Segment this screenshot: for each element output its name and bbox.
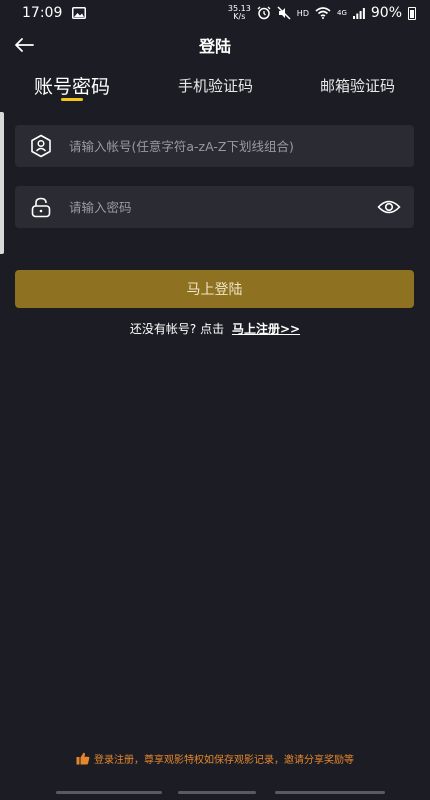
signal-tag: 4G — [336, 9, 347, 17]
user-shield-icon — [29, 134, 53, 158]
login-button[interactable]: 马上登陆 — [15, 270, 414, 308]
eye-icon — [377, 200, 401, 214]
signal-icon — [352, 7, 365, 19]
password-input[interactable] — [69, 186, 376, 228]
gallery-icon — [72, 7, 87, 19]
status-right: 35.13 K/s HD 4G 90% — [228, 5, 416, 21]
nav-indicator-right — [275, 791, 385, 794]
login-tabs: 账号密码 手机验证码 邮箱验证码 — [0, 70, 430, 106]
net-speed: 35.13 K/s — [228, 5, 251, 21]
register-prompt: 还没有帐号? 点击 — [129, 322, 225, 336]
thumbs-up-icon — [76, 752, 90, 765]
alarm-icon — [257, 6, 271, 20]
header: 登陆 — [0, 30, 430, 60]
status-bar: 17:09 35.13 K/s HD 4G 90% — [0, 0, 430, 26]
nav-indicator-left — [56, 791, 162, 794]
active-tab-indicator — [61, 98, 83, 101]
account-field — [15, 125, 414, 167]
footer-note: 登录注册，尊享观影特权如保存观影记录，邀请分享奖励等 — [0, 748, 430, 768]
mute-icon — [277, 6, 291, 20]
status-time: 17:09 — [22, 5, 63, 21]
hd-label: HD — [296, 8, 309, 18]
back-button[interactable] — [12, 33, 36, 57]
net-speed-unit: K/s — [233, 12, 246, 21]
battery-percent: 90% — [370, 5, 402, 21]
footer-note-text: 登录注册，尊享观影特权如保存观影记录，邀请分享奖励等 — [94, 754, 354, 766]
account-input[interactable] — [69, 125, 414, 167]
register-link[interactable]: 马上注册>> — [232, 322, 300, 336]
arrow-left-icon — [15, 38, 34, 52]
lock-icon — [29, 195, 53, 219]
register-row: 还没有帐号? 点击 马上注册>> — [0, 320, 430, 337]
wifi-icon — [315, 7, 331, 19]
edge-panel-handle[interactable] — [0, 112, 4, 254]
page-title: 登陆 — [198, 37, 231, 56]
status-left: 17:09 — [22, 5, 87, 21]
toggle-password-visibility[interactable] — [376, 194, 402, 220]
battery-icon — [408, 6, 416, 20]
nav-indicator-center — [178, 791, 256, 794]
tab-phone-code[interactable]: 手机验证码 — [178, 75, 253, 107]
tab-email-code[interactable]: 邮箱验证码 — [320, 75, 395, 107]
password-field — [15, 186, 414, 228]
